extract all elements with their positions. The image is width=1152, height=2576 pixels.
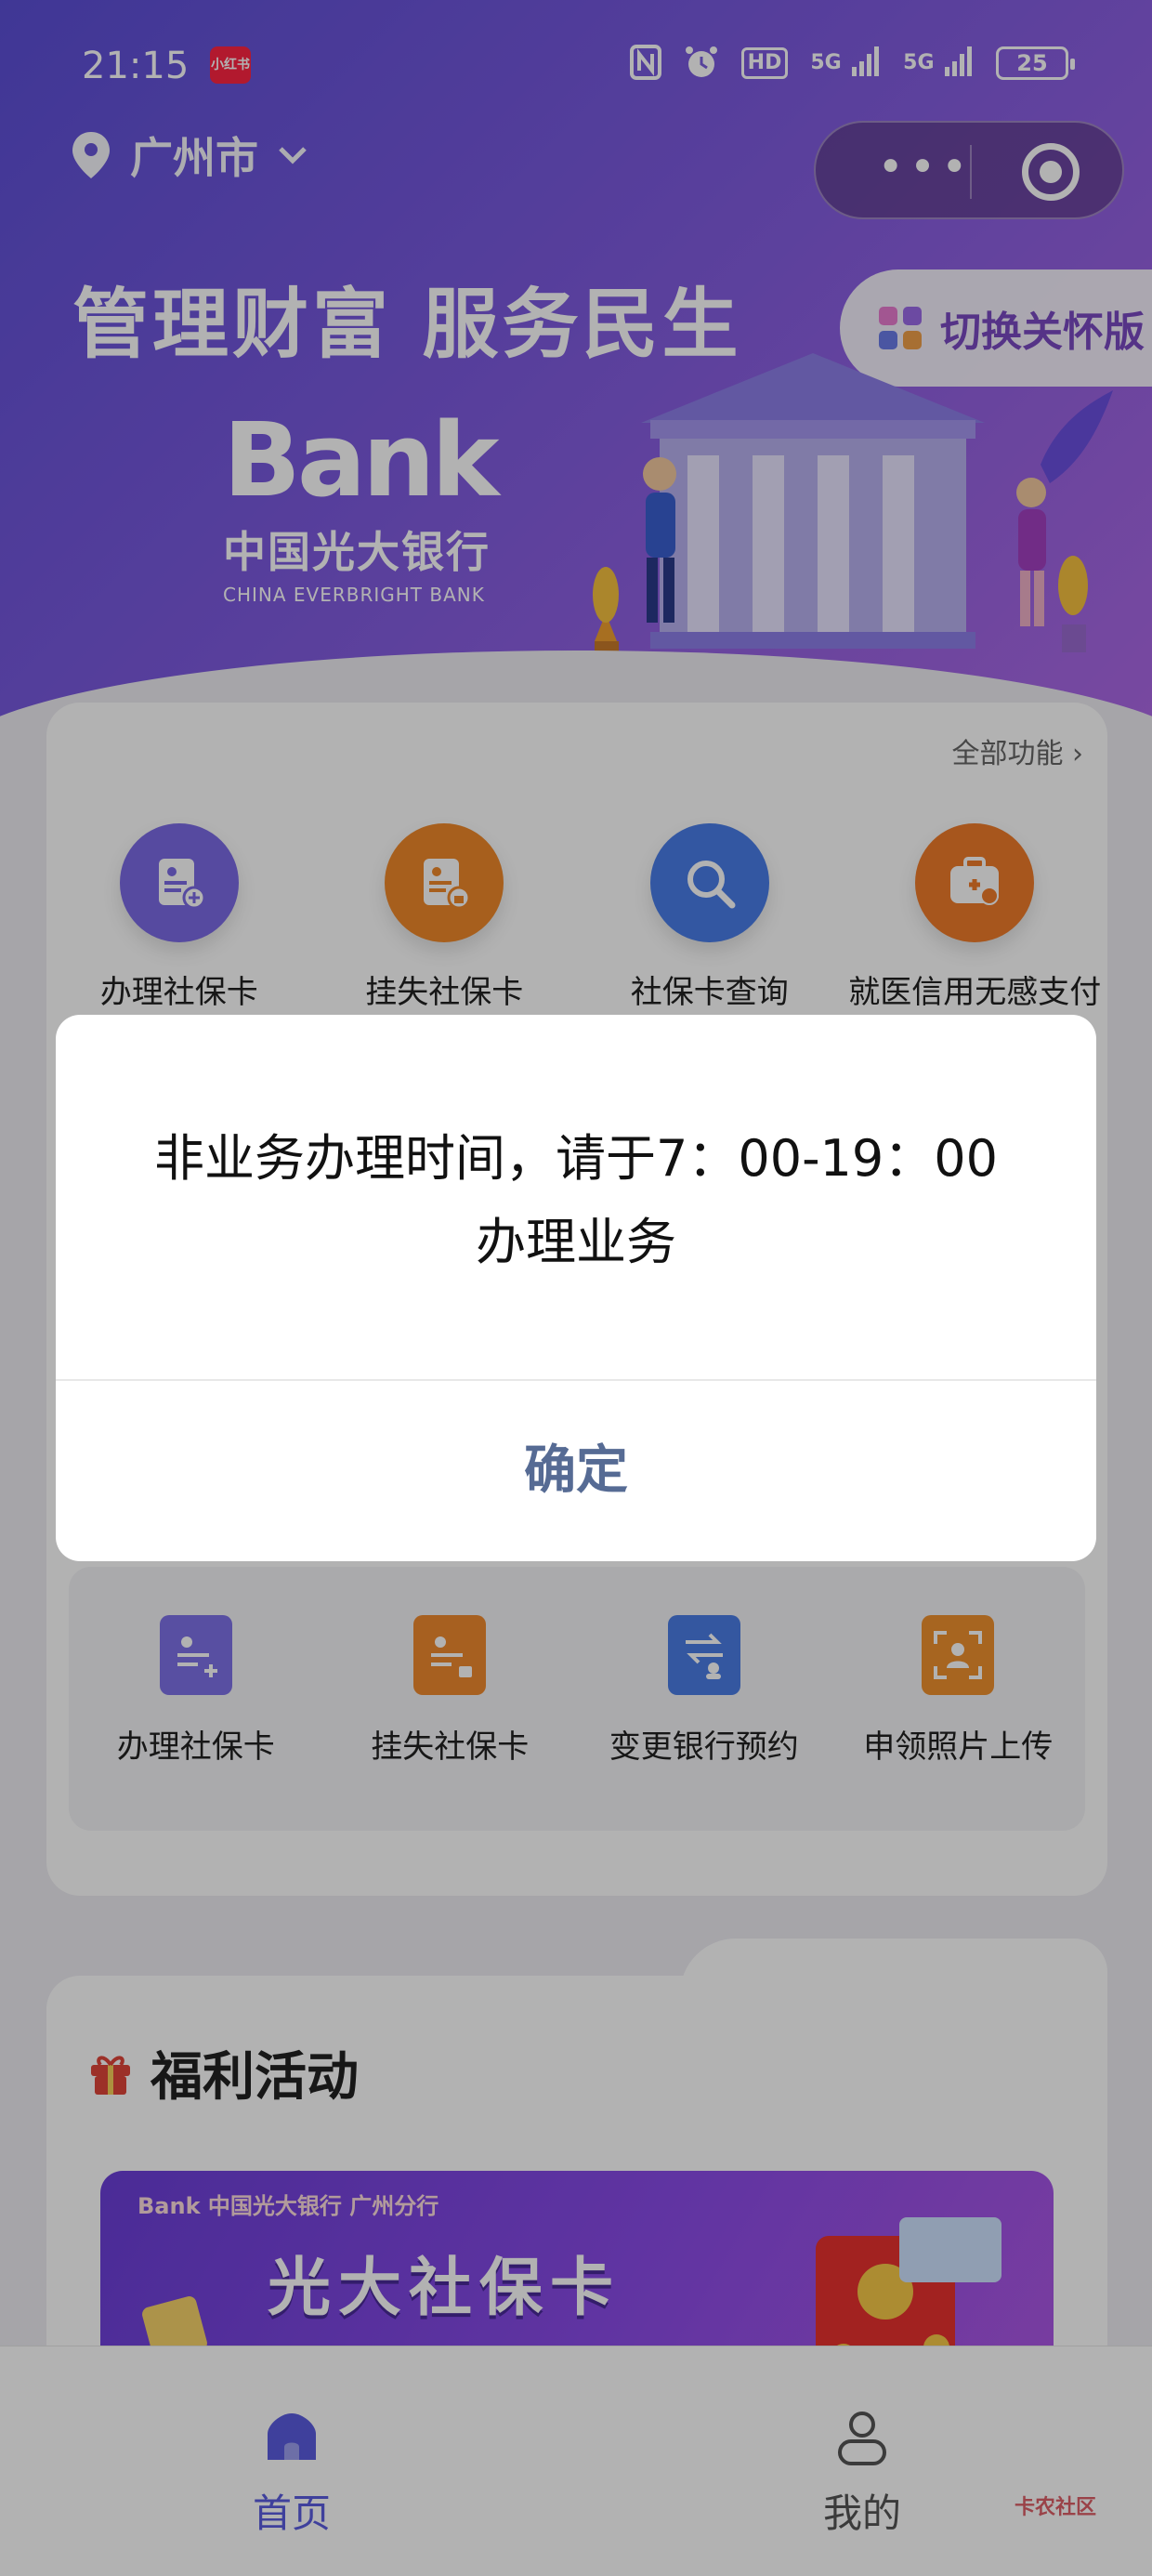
alert-dialog: 非业务办理时间，请于7：00-19：00办理业务 确定 [56, 1015, 1096, 1561]
page: 21:15 小红书 HD 5G 5G 25 广州市 ••• 管理财富 服务民生 … [0, 0, 1152, 2576]
confirm-button[interactable]: 确定 [56, 1381, 1096, 1561]
dialog-message: 非业务办理时间，请于7：00-19：00办理业务 [154, 1129, 998, 1271]
